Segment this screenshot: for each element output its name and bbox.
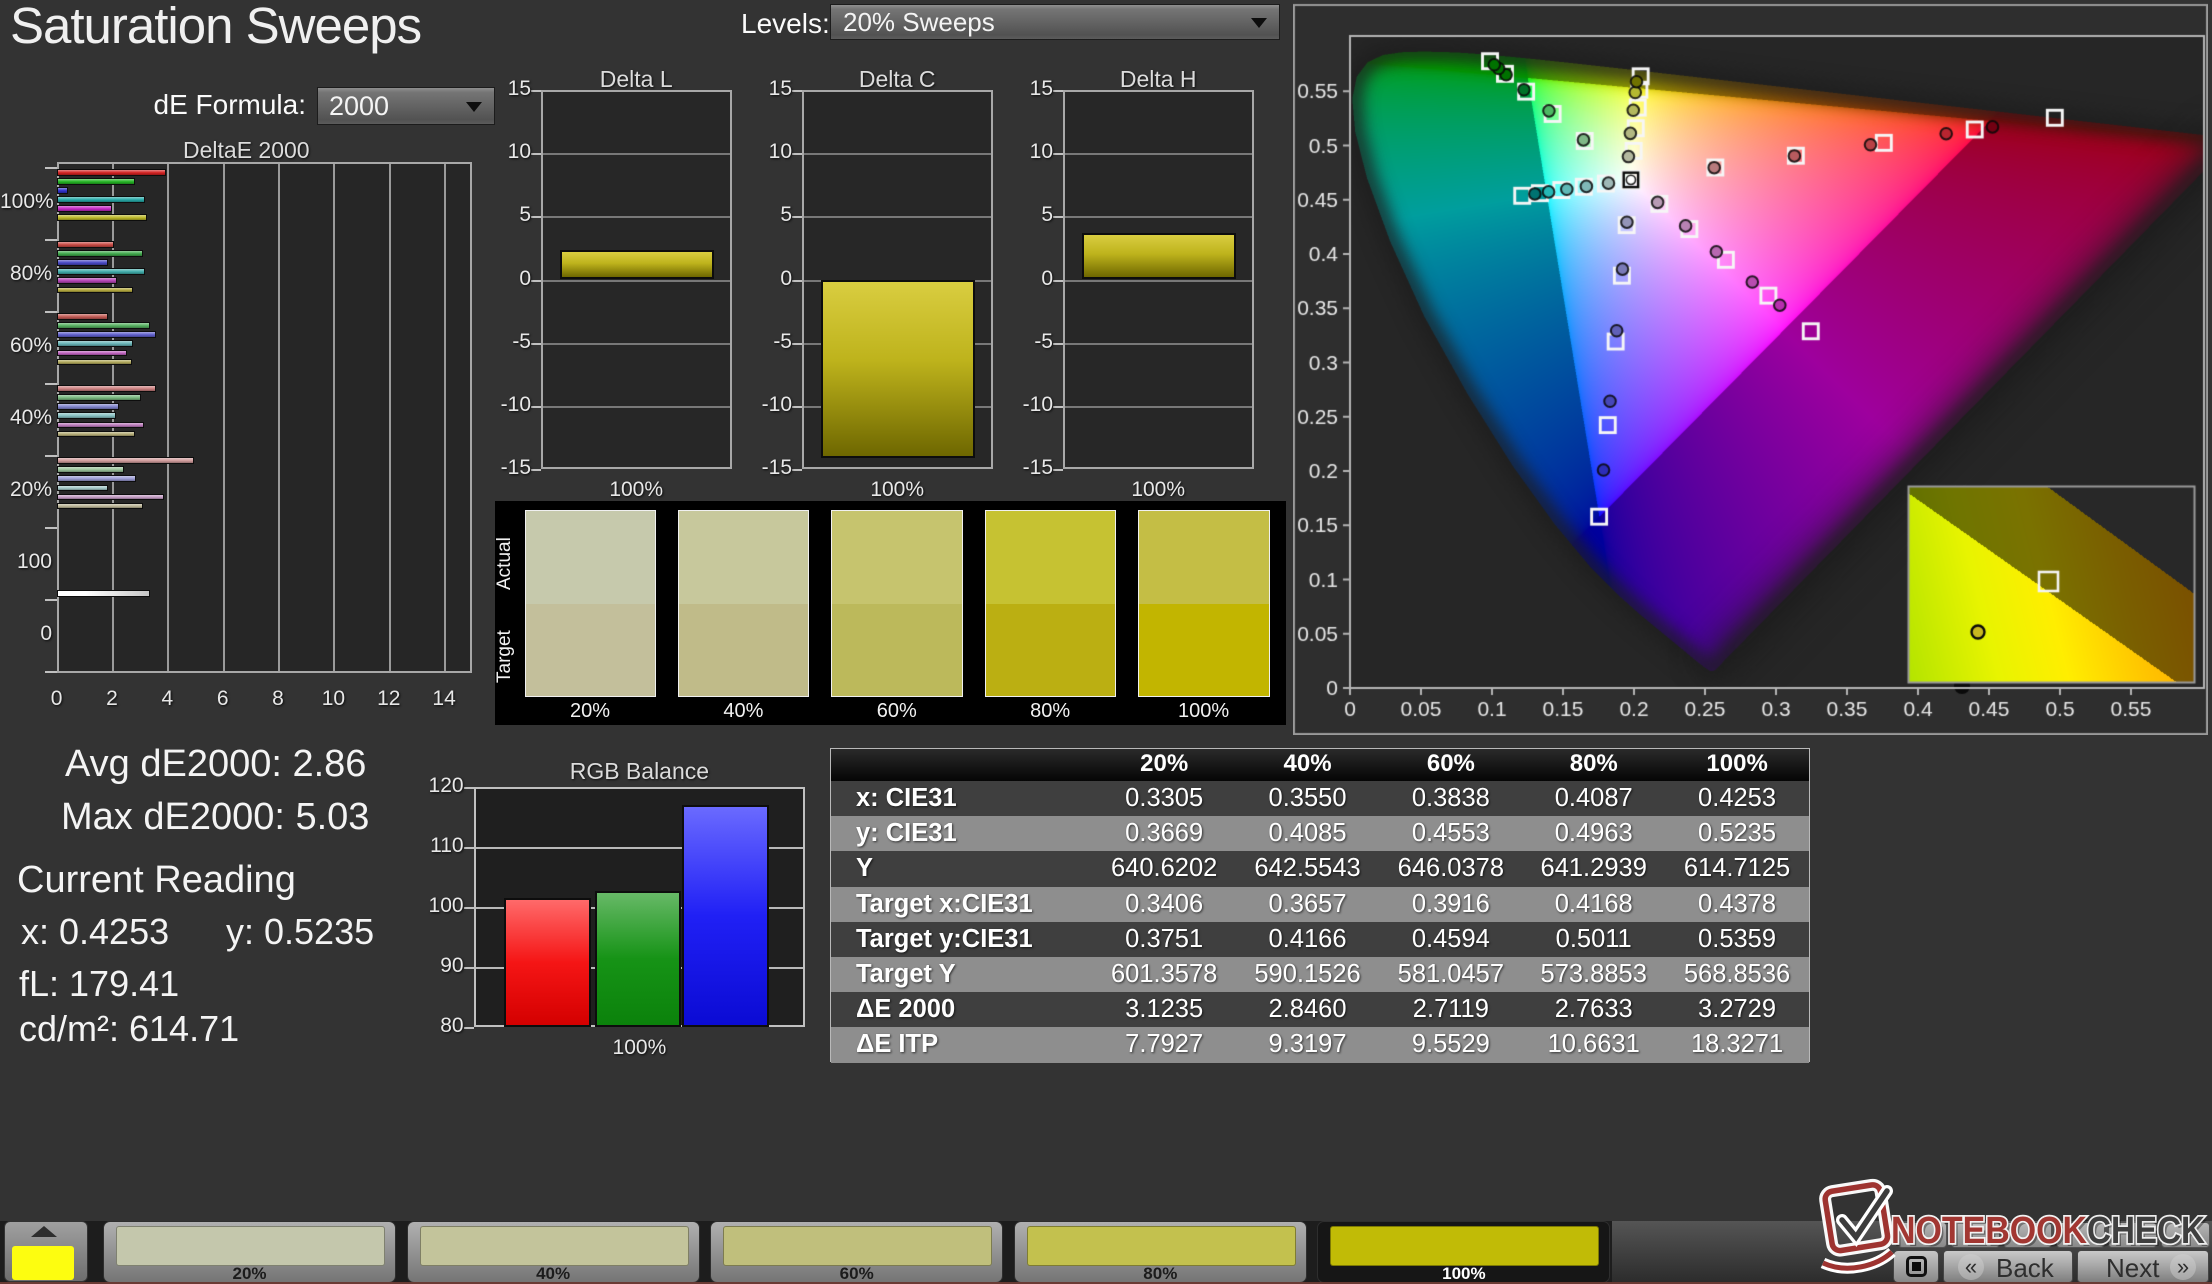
svg-text:CHECK: CHECK [2087, 1210, 2205, 1252]
svg-text:NOTEBOOK: NOTEBOOK [1891, 1210, 2087, 1252]
